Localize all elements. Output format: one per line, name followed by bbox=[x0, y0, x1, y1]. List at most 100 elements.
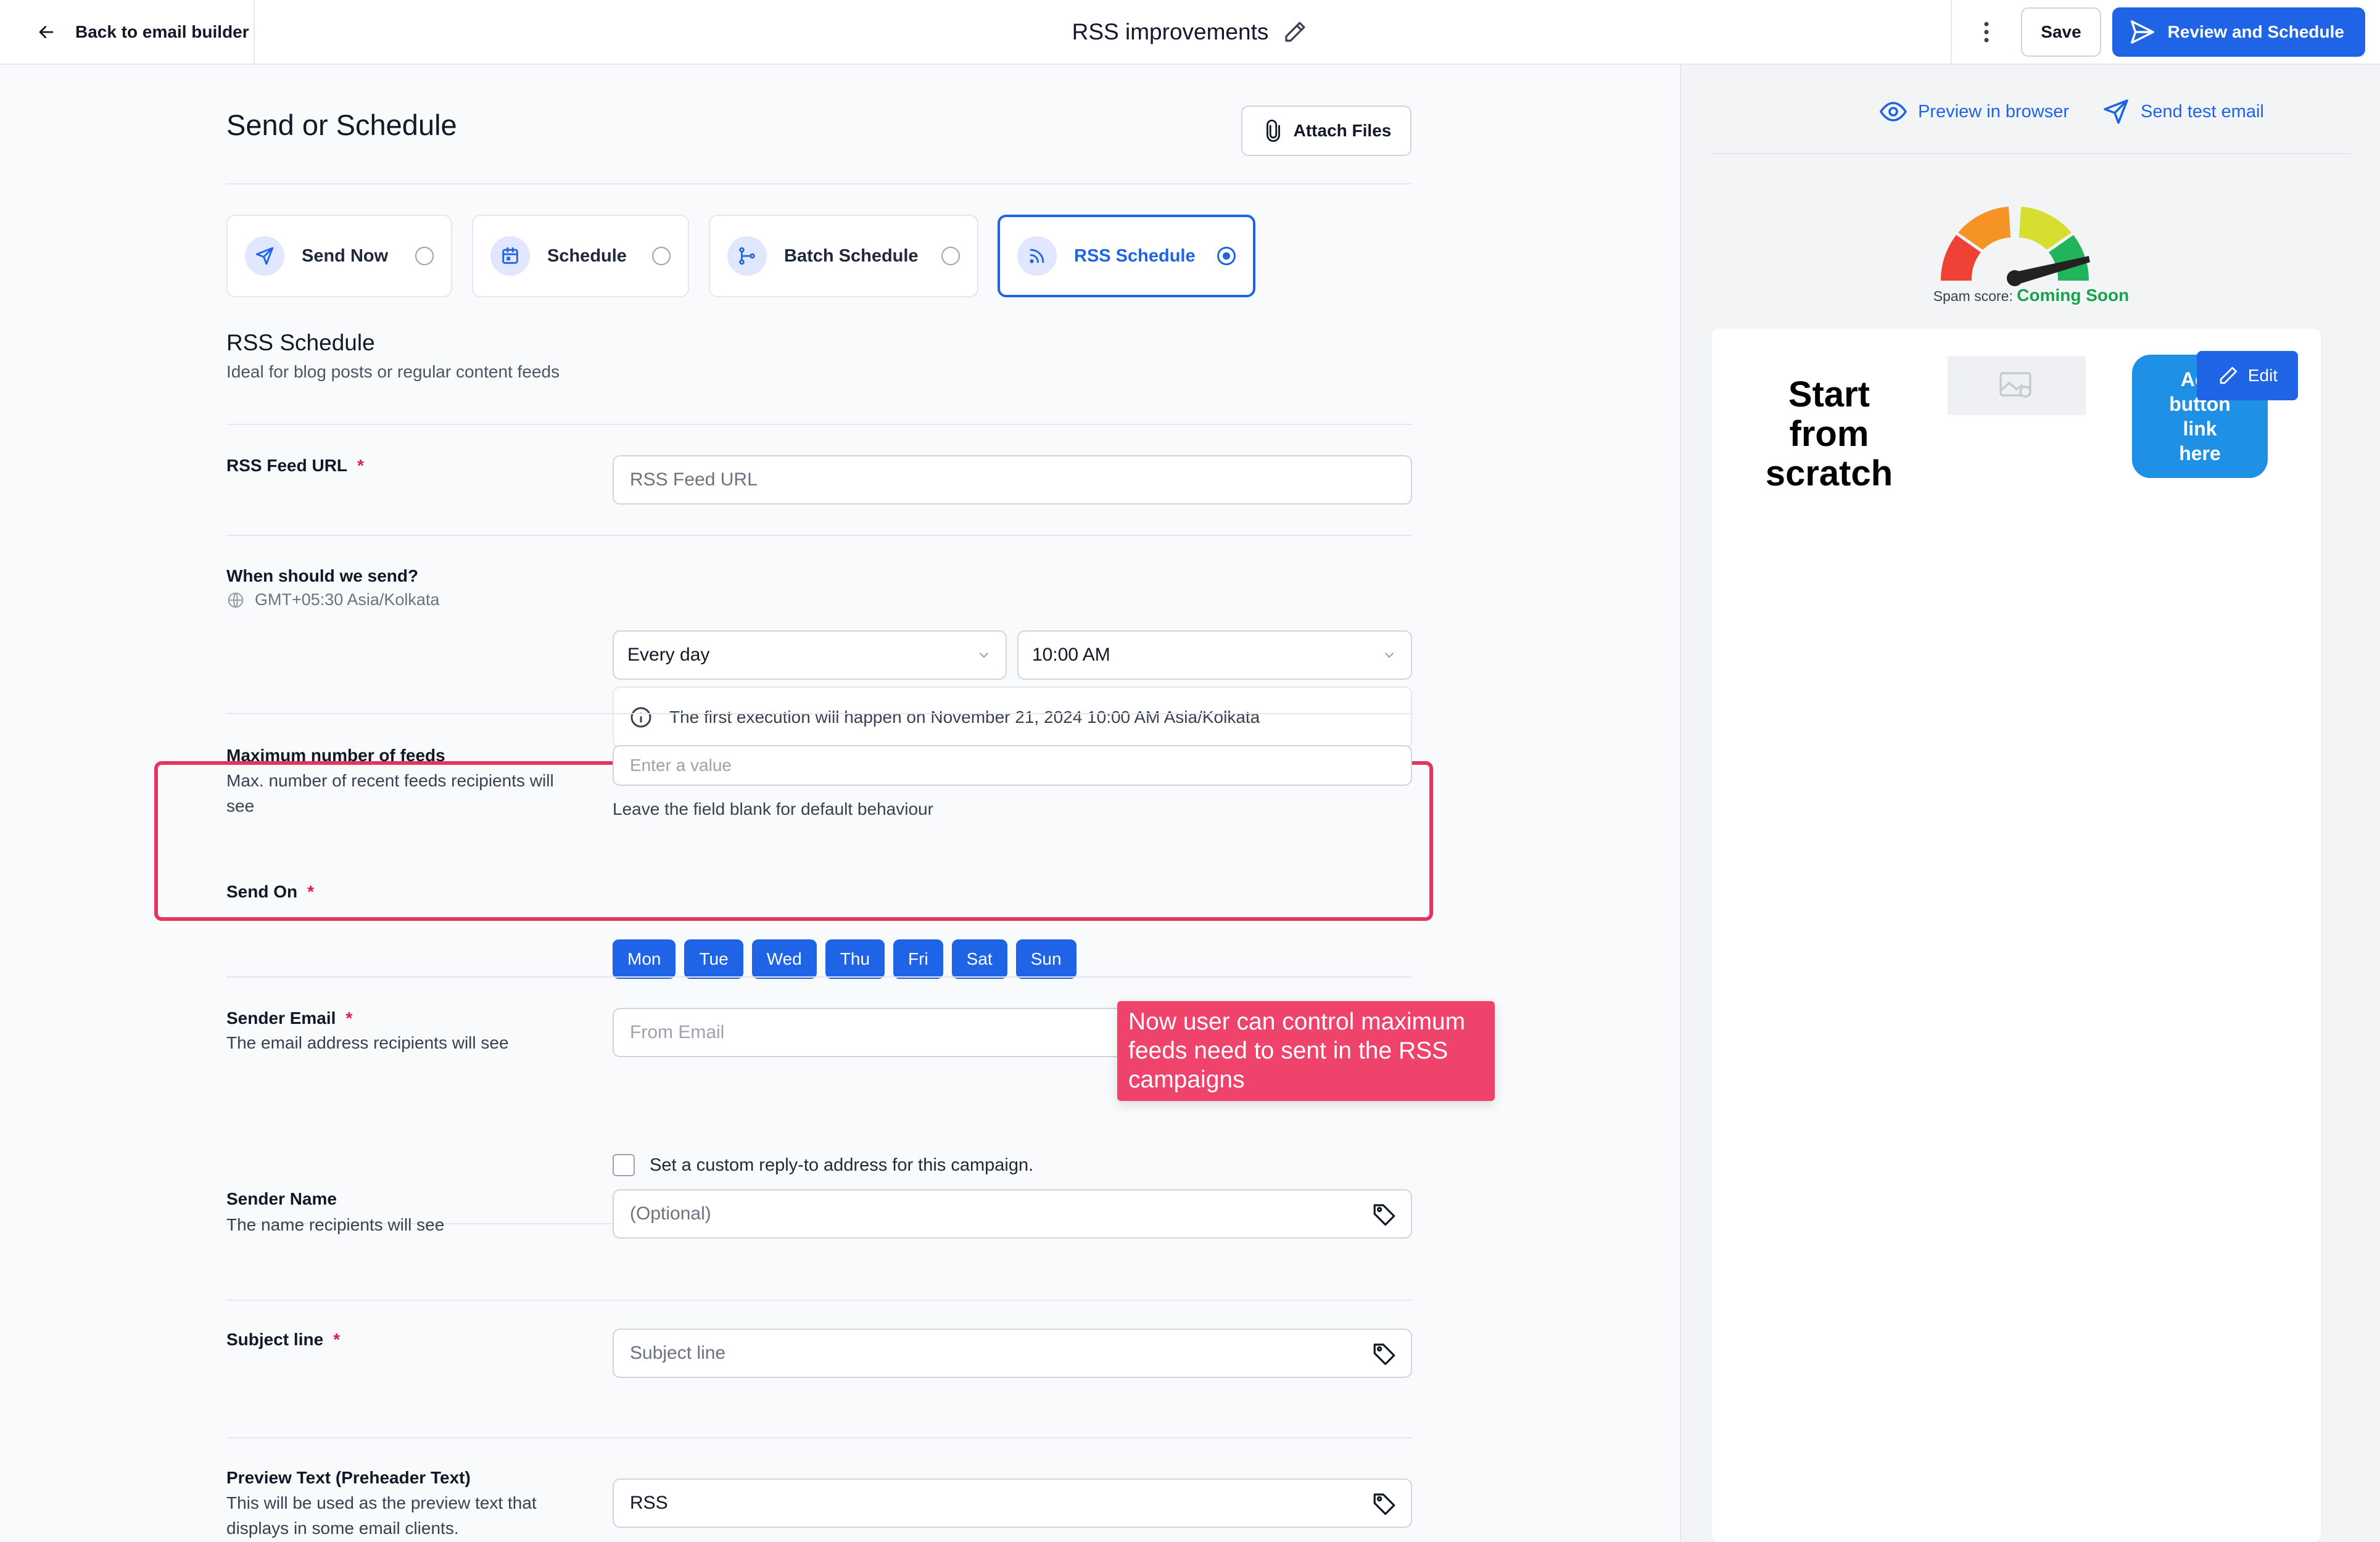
preview-actions: Preview in browser Send test email bbox=[1681, 97, 2380, 126]
subject-line-input[interactable]: Subject line bbox=[613, 1329, 1412, 1378]
mode-batch-schedule[interactable]: Batch Schedule bbox=[709, 215, 978, 297]
mode-label: RSS Schedule bbox=[1074, 245, 1196, 266]
preview-text-value: RSS bbox=[630, 1493, 668, 1513]
placeholder: Subject line bbox=[630, 1343, 726, 1363]
tag-icon[interactable] bbox=[1371, 1201, 1397, 1227]
pencil-icon[interactable] bbox=[1282, 19, 1308, 45]
mode-send-now[interactable]: Send Now bbox=[226, 215, 452, 297]
attach-files-button[interactable]: Attach Files bbox=[1241, 105, 1411, 156]
divider bbox=[226, 713, 1412, 714]
time-select[interactable]: 10:00 AM bbox=[1017, 630, 1412, 680]
required-marker: * bbox=[345, 1008, 353, 1028]
feature-callout: Now user can control maximum feeds need … bbox=[1117, 1001, 1495, 1101]
mode-schedule[interactable]: Schedule bbox=[472, 215, 689, 297]
day-wed[interactable]: Wed bbox=[751, 939, 817, 979]
label-text: Send On bbox=[226, 882, 298, 901]
calendar-icon bbox=[502, 247, 518, 264]
timezone-text: GMT+05:30 Asia/Kolkata bbox=[255, 590, 440, 609]
spam-value: Coming Soon bbox=[2017, 286, 2130, 305]
mode-radio[interactable] bbox=[1217, 247, 1236, 265]
rss-feed-url-input[interactable]: RSS Feed URL bbox=[613, 455, 1412, 505]
spam-label: Spam score: bbox=[1933, 288, 2013, 304]
first-execution-text: The first execution will happen on Novem… bbox=[669, 707, 1260, 727]
mode-label: Batch Schedule bbox=[784, 245, 919, 266]
top-bar: Back to email builder RSS improvements S… bbox=[0, 0, 2380, 65]
mode-icon-wrap bbox=[245, 236, 284, 276]
day-sun[interactable]: Sun bbox=[1015, 939, 1076, 979]
chevron-down-icon bbox=[1384, 652, 1394, 658]
reply-to-label: Set a custom reply-to address for this c… bbox=[650, 1155, 1034, 1175]
day-thu[interactable]: Thu bbox=[825, 939, 885, 979]
divider bbox=[226, 535, 1412, 536]
send-icon bbox=[2130, 20, 2154, 44]
label-text: Sender Email bbox=[226, 1008, 336, 1028]
save-button[interactable]: Save bbox=[2021, 7, 2101, 57]
send-test-email-link[interactable]: Send test email bbox=[2101, 97, 2264, 126]
tag-icon[interactable] bbox=[1371, 1340, 1397, 1366]
send-settings-panel: Send or Schedule Attach Files Send Now S… bbox=[0, 65, 1680, 1542]
placeholder: From Email bbox=[630, 1022, 725, 1042]
divider bbox=[1951, 0, 1952, 64]
info-icon bbox=[630, 707, 651, 728]
more-options-icon[interactable] bbox=[1974, 14, 1999, 51]
review-and-schedule-button[interactable]: Review and Schedule bbox=[2112, 7, 2365, 57]
image-icon bbox=[1999, 372, 2031, 398]
sender-email-help: The email address recipients will see bbox=[226, 1033, 509, 1052]
top-actions: Save Review and Schedule bbox=[1951, 0, 2365, 64]
tag-icon[interactable] bbox=[1371, 1490, 1397, 1516]
placeholder: RSS Feed URL bbox=[630, 469, 758, 490]
preview-text-input[interactable]: RSS bbox=[613, 1478, 1412, 1528]
max-feeds-label: Maximum number of feeds bbox=[226, 746, 445, 765]
email-preview-panel: Preview in browser Send test email Spam … bbox=[1680, 65, 2380, 1542]
send-icon bbox=[2104, 99, 2128, 124]
spam-score-gauge-icon bbox=[1940, 207, 2090, 286]
day-sat[interactable]: Sat bbox=[951, 939, 1007, 979]
batch-icon bbox=[739, 247, 755, 265]
eye-icon bbox=[1879, 102, 1907, 122]
first-execution-info: The first execution will happen on Novem… bbox=[613, 686, 1412, 748]
divider bbox=[226, 976, 1412, 978]
mode-icon-wrap bbox=[1017, 236, 1057, 276]
reply-to-checkbox[interactable] bbox=[613, 1154, 635, 1176]
max-feeds-input[interactable]: Enter a value bbox=[613, 745, 1412, 786]
send-icon bbox=[255, 247, 274, 265]
scratch-heading[interactable]: Start from scratch bbox=[1755, 375, 1903, 493]
max-feeds-hint: Leave the field blank for default behavi… bbox=[613, 799, 933, 818]
sender-name-input[interactable]: (Optional) bbox=[613, 1189, 1412, 1239]
label-text: RSS Feed URL bbox=[226, 456, 348, 475]
image-placeholder[interactable] bbox=[1948, 356, 2086, 415]
mode-rss-schedule[interactable]: RSS Schedule bbox=[998, 215, 1255, 297]
send-on-label: Send On * bbox=[226, 882, 314, 902]
review-label: Review and Schedule bbox=[2167, 22, 2344, 41]
email-canvas[interactable]: Start from scratch Add button link here … bbox=[1712, 329, 2321, 1542]
placeholder: (Optional) bbox=[630, 1203, 711, 1224]
day-selector: Mon Tue Wed Thu Fri Sat Sun bbox=[613, 939, 1076, 979]
page-title: Send or Schedule bbox=[226, 109, 457, 141]
frequency-select[interactable]: Every day bbox=[613, 630, 1007, 680]
mode-label: Send Now bbox=[302, 245, 389, 266]
mode-radio[interactable] bbox=[941, 247, 960, 265]
reply-to-option[interactable]: Set a custom reply-to address for this c… bbox=[613, 1154, 1033, 1176]
pencil-icon bbox=[2220, 366, 2237, 384]
preview-browser-label: Preview in browser bbox=[1918, 101, 2070, 122]
timezone-info: GMT+05:30 Asia/Kolkata bbox=[226, 590, 439, 609]
placeholder: Enter a value bbox=[630, 756, 732, 775]
frequency-value: Every day bbox=[627, 645, 710, 665]
day-tue[interactable]: Tue bbox=[684, 939, 743, 979]
divider bbox=[226, 183, 1412, 184]
preview-in-browser-link[interactable]: Preview in browser bbox=[1878, 97, 2069, 126]
divider bbox=[1712, 153, 2350, 154]
mode-radio[interactable] bbox=[652, 247, 671, 265]
when-send-label: When should we send? bbox=[226, 566, 419, 585]
mode-radio[interactable] bbox=[415, 247, 434, 265]
divider bbox=[226, 424, 1412, 425]
spam-score: Spam score: Coming Soon bbox=[1681, 286, 2380, 305]
required-marker: * bbox=[307, 882, 315, 901]
edit-button[interactable]: Edit bbox=[2197, 351, 2298, 400]
day-mon[interactable]: Mon bbox=[613, 939, 676, 979]
section-subtitle: Ideal for blog posts or regular content … bbox=[226, 362, 560, 381]
day-fri[interactable]: Fri bbox=[893, 939, 943, 979]
back-to-builder-link[interactable]: Back to email builder bbox=[0, 0, 255, 64]
edit-label: Edit bbox=[2247, 366, 2278, 385]
rss-feed-url-label: RSS Feed URL * bbox=[226, 456, 364, 476]
